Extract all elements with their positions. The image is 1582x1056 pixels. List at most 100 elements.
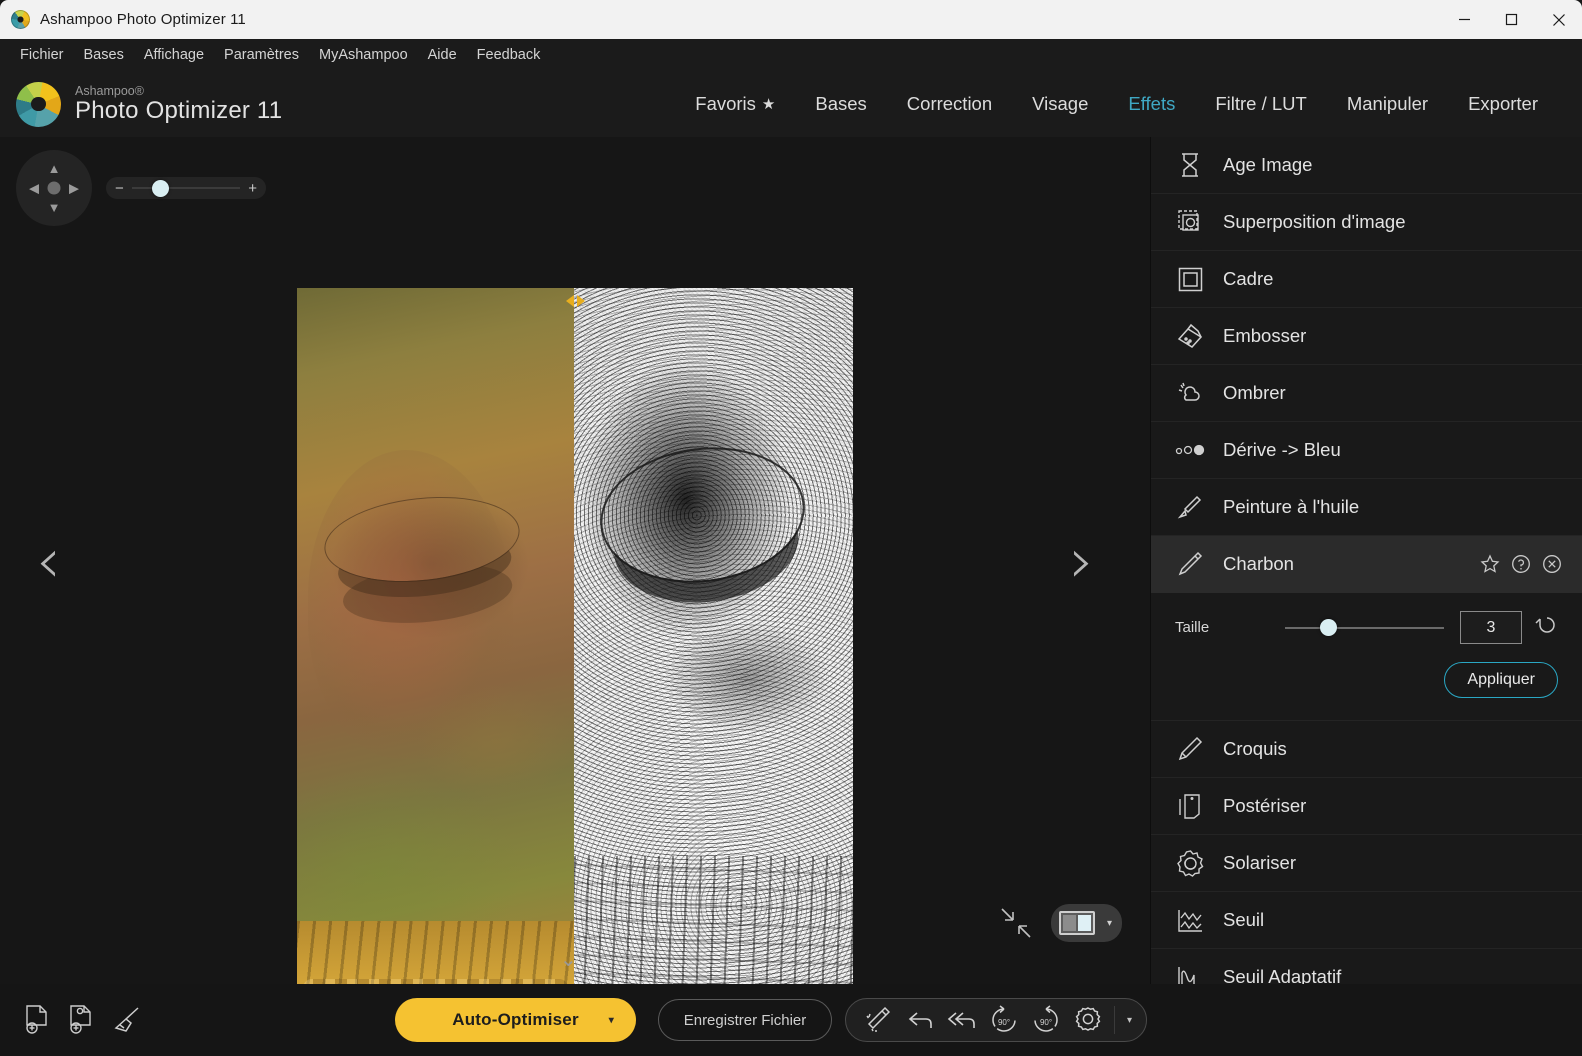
effect-item-age-image[interactable]: Age Image [1151, 137, 1582, 194]
undo-all-icon[interactable] [944, 1003, 980, 1037]
photo-optimized-half [574, 288, 853, 1056]
close-icon[interactable] [1535, 0, 1582, 39]
menu-item-fichier[interactable]: Fichier [10, 43, 74, 67]
application-window: Ashampoo Photo Optimizer 11 Fichier Base… [0, 0, 1582, 1056]
taille-slider[interactable] [1285, 617, 1444, 639]
window-title: Ashampoo Photo Optimizer 11 [40, 11, 246, 28]
tab-correction[interactable]: Correction [887, 85, 1012, 123]
effect-item-embosser[interactable]: Embosser [1151, 308, 1582, 365]
bottom-tool-group: 90° 90° ▾ [845, 998, 1147, 1042]
close-icon[interactable] [1542, 554, 1562, 574]
previous-image-arrow[interactable]: ‹ [36, 530, 61, 592]
zoom-out-icon[interactable]: − [115, 181, 124, 196]
window-controls [1441, 0, 1582, 39]
taille-slider-track [1285, 627, 1444, 629]
fit-to-screen-icon[interactable] [999, 906, 1033, 940]
effect-item-seuil-adaptatif[interactable]: Seuil Adaptatif [1151, 949, 1582, 984]
favorite-star-icon[interactable] [1480, 554, 1500, 574]
effect-label: Seuil [1223, 909, 1264, 931]
tool-divider [1114, 1006, 1115, 1034]
broom-clean-icon[interactable] [108, 1003, 142, 1037]
tab-bases[interactable]: Bases [795, 85, 886, 123]
tab-visage[interactable]: Visage [1012, 85, 1108, 123]
reset-arrow-icon[interactable] [1534, 613, 1558, 642]
taille-value-input[interactable]: 3 [1460, 611, 1522, 644]
tab-filtre-lut[interactable]: Filtre / LUT [1195, 85, 1326, 123]
menu-item-parametres[interactable]: Paramètres [214, 43, 309, 67]
effect-label: Postériser [1223, 795, 1306, 817]
save-file-button[interactable]: Enregistrer Fichier [658, 999, 832, 1041]
add-file-icon[interactable] [20, 1003, 54, 1037]
menu-item-myashampoo[interactable]: MyAshampoo [309, 43, 418, 67]
effect-item-solariser[interactable]: Solariser [1151, 835, 1582, 892]
help-icon[interactable] [1511, 554, 1531, 574]
settings-gear-icon[interactable] [1070, 1003, 1106, 1037]
photo-preview[interactable]: Original Optimisé [297, 288, 853, 1056]
menu-item-aide[interactable]: Aide [418, 43, 467, 67]
split-view-icon [1059, 911, 1095, 935]
menu-item-bases[interactable]: Bases [74, 43, 134, 67]
tab-exporter[interactable]: Exporter [1448, 85, 1558, 123]
apply-button[interactable]: Appliquer [1444, 662, 1558, 698]
adaptive-threshold-curve-icon [1175, 962, 1205, 984]
chevron-down-icon[interactable]: ⌄ [560, 950, 577, 970]
chevron-down-icon[interactable]: ▾ [1107, 918, 1112, 929]
pan-center-icon[interactable] [48, 182, 61, 195]
photo-original-half [297, 288, 574, 1056]
apply-row: Appliquer [1175, 662, 1558, 698]
solarize-sun-icon [1175, 848, 1205, 878]
charbon-parameters-panel: Taille 3 Appliquer [1151, 593, 1582, 721]
effect-item-superposition-image[interactable]: Superposition d'image [1151, 194, 1582, 251]
view-mode-toggle[interactable]: ▾ [1051, 904, 1122, 942]
chevron-down-icon[interactable]: ▾ [1123, 1015, 1140, 1026]
effect-item-charbon[interactable]: Charbon [1151, 536, 1582, 593]
effect-label: Embosser [1223, 325, 1306, 347]
effect-label: Croquis [1223, 738, 1287, 760]
tab-manipuler[interactable]: Manipuler [1327, 85, 1448, 123]
star-icon: ★ [762, 95, 775, 113]
menu-item-affichage[interactable]: Affichage [134, 43, 214, 67]
dpad-pan-icon[interactable]: ▲ ▼ ◀ ▶ [16, 150, 92, 226]
undo-icon[interactable] [902, 1003, 938, 1037]
rotate-right-90-icon[interactable]: 90° [1028, 1003, 1064, 1037]
effect-item-ombrer[interactable]: Ombrer [1151, 365, 1582, 422]
shade-cloud-icon [1175, 378, 1205, 408]
effect-label: Superposition d'image [1223, 211, 1405, 233]
zoom-in-icon[interactable]: + [248, 181, 257, 196]
bottom-toolbar: Auto-Optimiser ▾ Enregistrer Fichier [0, 984, 1582, 1056]
add-image-icon[interactable] [64, 1003, 98, 1037]
pan-up-icon[interactable]: ▲ [48, 162, 61, 175]
effect-item-posteriser[interactable]: Postériser [1151, 778, 1582, 835]
rotate-left-90-icon[interactable]: 90° [986, 1003, 1022, 1037]
effect-item-seuil[interactable]: Seuil [1151, 892, 1582, 949]
effect-item-peinture-huile[interactable]: Peinture à l'huile [1151, 479, 1582, 536]
paintbrush-icon [1175, 492, 1205, 522]
next-image-arrow[interactable]: › [1069, 530, 1094, 592]
effect-label: Peinture à l'huile [1223, 496, 1359, 518]
tab-effets[interactable]: Effets [1108, 85, 1195, 123]
app-header: Ashampoo® Photo Optimizer 11 Favoris ★ B… [0, 71, 1582, 137]
zoom-slider-thumb[interactable] [152, 180, 169, 197]
magic-wand-icon[interactable] [860, 1003, 896, 1037]
effect-item-croquis[interactable]: Croquis [1151, 721, 1582, 778]
chevron-down-icon[interactable]: ▾ [609, 1015, 614, 1026]
bottom-left-tools [12, 1003, 142, 1037]
auto-optimize-button[interactable]: Auto-Optimiser ▾ [395, 998, 636, 1042]
svg-text:90°: 90° [998, 1018, 1010, 1027]
pan-down-icon[interactable]: ▼ [48, 201, 61, 214]
zoom-slider[interactable]: − + [106, 177, 266, 199]
split-handle-icon[interactable] [565, 288, 585, 314]
effect-label: Cadre [1223, 268, 1273, 290]
tab-favoris[interactable]: Favoris ★ [675, 85, 795, 123]
minimize-icon[interactable] [1441, 0, 1488, 39]
effect-item-derive-bleu[interactable]: Dérive -> Bleu [1151, 422, 1582, 479]
posterize-page-icon [1175, 791, 1205, 821]
effect-item-cadre[interactable]: Cadre [1151, 251, 1582, 308]
maximize-icon[interactable] [1488, 0, 1535, 39]
pan-left-icon[interactable]: ◀ [29, 182, 39, 195]
taille-slider-thumb[interactable] [1320, 619, 1337, 636]
threshold-chart-icon [1175, 905, 1205, 935]
menu-item-feedback[interactable]: Feedback [467, 43, 551, 67]
pan-right-icon[interactable]: ▶ [69, 182, 79, 195]
charcoal-grain-overlay [574, 288, 853, 1056]
